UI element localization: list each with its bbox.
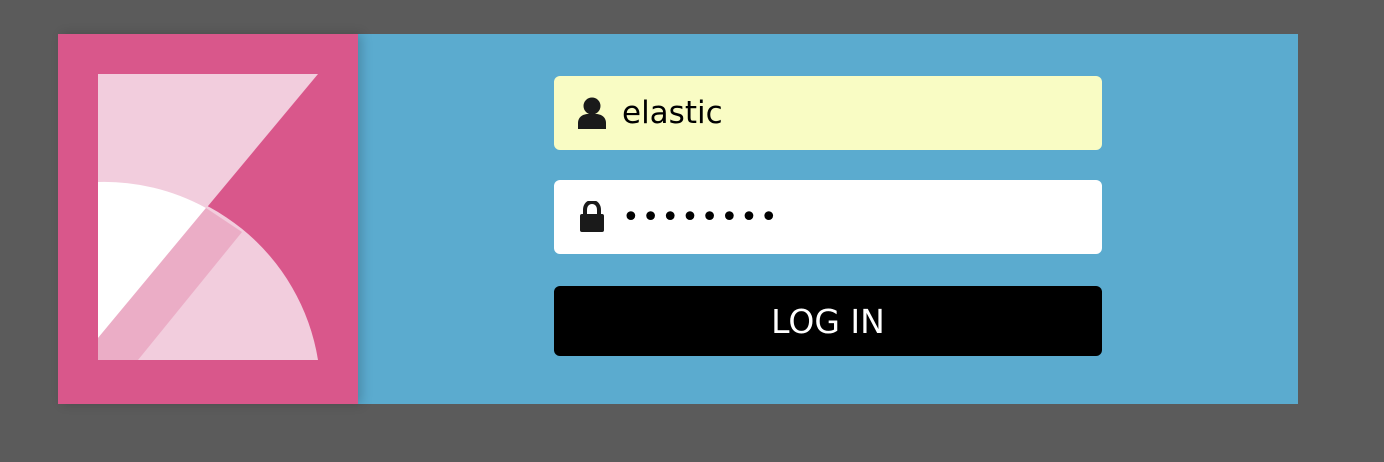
kibana-logo [98,74,318,360]
form-panel: LOG IN [358,34,1298,404]
logo-panel [58,34,358,404]
password-input[interactable] [622,187,1082,247]
password-field[interactable] [554,180,1102,254]
login-card: LOG IN [58,34,1298,404]
user-icon [576,97,608,129]
username-field[interactable] [554,76,1102,150]
lock-icon [576,201,608,233]
username-input[interactable] [622,83,1082,143]
login-button[interactable]: LOG IN [554,286,1102,356]
